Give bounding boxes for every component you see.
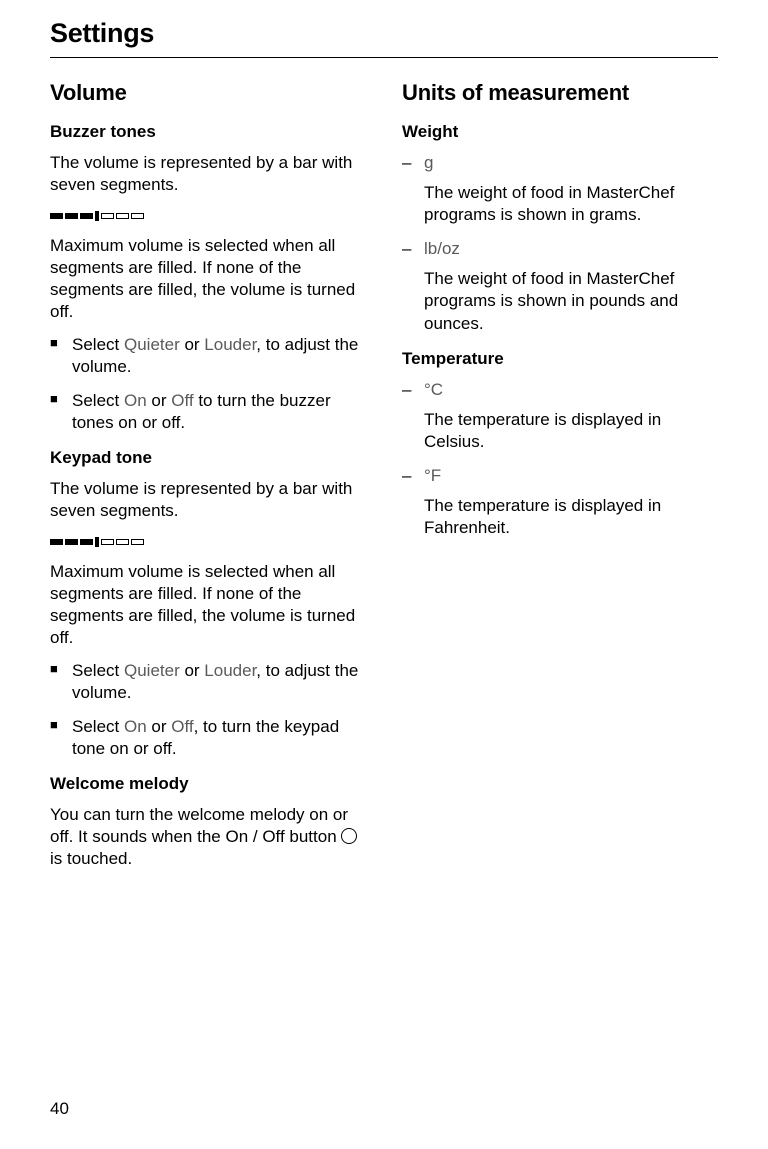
segment-filled: [65, 213, 78, 219]
keypad-intro: The volume is represented by a bar with …: [50, 478, 366, 522]
page-title: Settings: [50, 18, 718, 58]
option-quieter: Quieter: [124, 335, 180, 354]
buzzer-max-note: Maximum volume is selected when all segm…: [50, 235, 366, 323]
segment-empty: [116, 539, 129, 545]
buzzer-heading: Buzzer tones: [50, 122, 366, 142]
text: Select: [72, 391, 124, 410]
list-item: Select Quieter or Louder, to adjust the …: [50, 334, 366, 378]
list-item: lb/oz The weight of food in MasterChef p…: [402, 238, 718, 334]
text: Select: [72, 335, 124, 354]
volume-segment-bar-icon: [50, 537, 144, 547]
buzzer-steps: Select Quieter or Louder, to adjust the …: [50, 334, 366, 434]
buzzer-intro: The volume is represented by a bar with …: [50, 152, 366, 196]
keypad-max-note: Maximum volume is selected when all segm…: [50, 561, 366, 649]
option-desc: The temperature is displayed in Celsius.: [424, 409, 718, 453]
segment-empty: [101, 213, 114, 219]
list-item: Select On or Off to turn the buzzer tone…: [50, 390, 366, 434]
text: You can turn the welcome melody on or of…: [50, 805, 348, 846]
segment-filled: [80, 539, 93, 545]
option-louder: Louder: [204, 335, 256, 354]
option-on: On: [124, 391, 147, 410]
segment-filled: [65, 539, 78, 545]
power-icon: [341, 828, 357, 844]
segment-filled: [50, 539, 63, 545]
keypad-heading: Keypad tone: [50, 448, 366, 468]
welcome-text: You can turn the welcome melody on or of…: [50, 804, 366, 870]
weight-heading: Weight: [402, 122, 718, 142]
option-louder: Louder: [204, 661, 256, 680]
option-off: Off: [171, 391, 193, 410]
option-desc: The weight of food in MasterChef program…: [424, 182, 718, 226]
list-item: °F The temperature is displayed in Fahre…: [402, 465, 718, 539]
text: or: [180, 335, 205, 354]
left-column: Volume Buzzer tones The volume is repres…: [50, 80, 366, 880]
segment-slider-icon: [95, 537, 99, 547]
list-item: Select On or Off, to turn the keypad ton…: [50, 716, 366, 760]
segment-filled: [50, 213, 63, 219]
keypad-steps: Select Quieter or Louder, to adjust the …: [50, 660, 366, 760]
volume-heading: Volume: [50, 80, 366, 106]
segment-slider-icon: [95, 211, 99, 221]
option-lboz: lb/oz: [424, 239, 460, 258]
text: or: [147, 391, 172, 410]
text: or: [147, 717, 172, 736]
weight-options: g The weight of food in MasterChef progr…: [402, 152, 718, 335]
list-item: Select Quieter or Louder, to adjust the …: [50, 660, 366, 704]
temperature-heading: Temperature: [402, 349, 718, 369]
option-celsius: °C: [424, 380, 443, 399]
volume-segment-bar-icon: [50, 211, 144, 221]
list-item: g The weight of food in MasterChef progr…: [402, 152, 718, 226]
segment-empty: [116, 213, 129, 219]
option-desc: The temperature is displayed in Fahrenhe…: [424, 495, 718, 539]
content-columns: Volume Buzzer tones The volume is repres…: [50, 80, 718, 880]
option-grams: g: [424, 153, 433, 172]
text: Select: [72, 717, 124, 736]
units-heading: Units of measurement: [402, 80, 718, 106]
option-on: On: [124, 717, 147, 736]
list-item: °C The temperature is displayed in Celsi…: [402, 379, 718, 453]
temperature-options: °C The temperature is displayed in Celsi…: [402, 379, 718, 540]
right-column: Units of measurement Weight g The weight…: [402, 80, 718, 880]
text: or: [180, 661, 205, 680]
text: Select: [72, 661, 124, 680]
text: is touched.: [50, 849, 132, 868]
option-desc: The weight of food in MasterChef program…: [424, 268, 718, 334]
segment-empty: [131, 539, 144, 545]
page-number: 40: [50, 1099, 69, 1119]
segment-filled: [80, 213, 93, 219]
segment-empty: [131, 213, 144, 219]
welcome-heading: Welcome melody: [50, 774, 366, 794]
segment-empty: [101, 539, 114, 545]
option-off: Off: [171, 717, 193, 736]
option-quieter: Quieter: [124, 661, 180, 680]
option-fahrenheit: °F: [424, 466, 441, 485]
